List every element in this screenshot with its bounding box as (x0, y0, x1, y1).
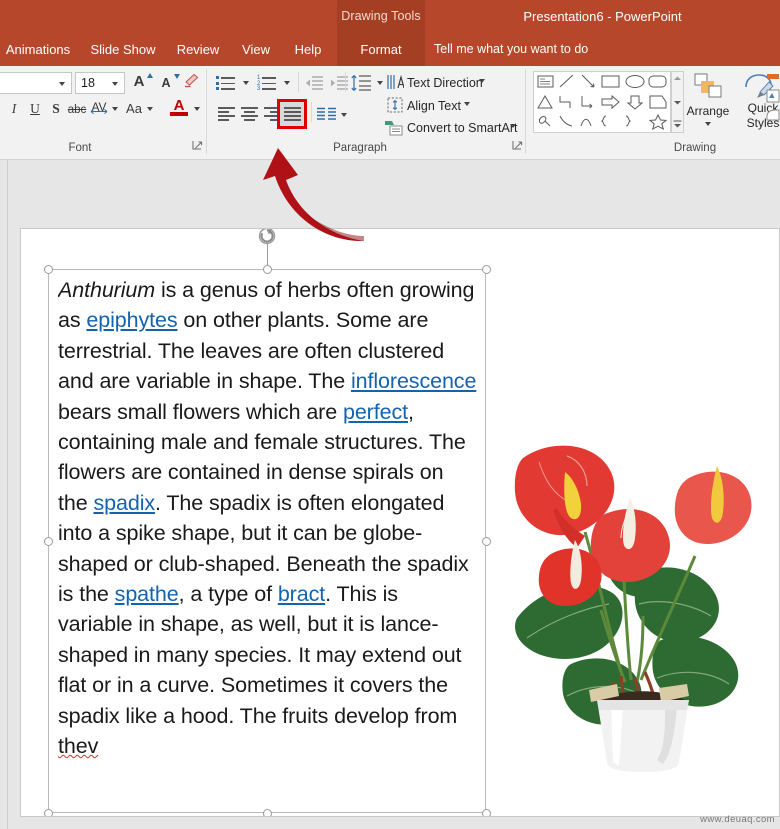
link-epiphytes[interactable]: epiphytes (86, 308, 177, 332)
resize-handle-top-right[interactable] (481, 264, 491, 274)
tab-animations[interactable]: Animations (4, 32, 72, 66)
chevron-down-icon (112, 82, 118, 86)
text-placeholder[interactable]: Anthurium is a genus of herbs often grow… (48, 269, 486, 813)
text-direction-icon (387, 74, 404, 89)
scroll-up-icon[interactable] (673, 75, 682, 82)
clear-formatting-icon[interactable] (181, 71, 201, 91)
chevron-down-icon[interactable] (341, 113, 347, 117)
ribbon-separator (206, 69, 207, 154)
link-bract[interactable]: bract (278, 582, 325, 606)
shapes-more-icon[interactable] (673, 120, 682, 129)
chevron-down-icon (59, 82, 65, 86)
chevron-down-icon[interactable] (479, 79, 485, 83)
scroll-down-icon[interactable] (673, 99, 682, 106)
chevron-down-icon[interactable] (194, 107, 200, 111)
chevron-down-icon[interactable] (112, 107, 118, 111)
font-name-combobox[interactable] (0, 72, 72, 94)
misspelled-word: thev (58, 734, 99, 759)
spacing-arrow-icon (90, 109, 108, 114)
resize-handle-middle-right[interactable] (481, 536, 491, 546)
tell-me-search[interactable]: Tell me what you want to do (434, 32, 588, 66)
ribbon-separator (345, 72, 346, 92)
font-size-combobox[interactable]: 18 (75, 72, 125, 94)
align-left-button[interactable] (216, 106, 237, 125)
font-size-value: 18 (81, 76, 95, 90)
arrange-button[interactable]: Arrange (682, 71, 734, 133)
thumbnail-pane-edge[interactable] (0, 160, 8, 829)
font-color-swatch (170, 112, 188, 116)
run-plain-3: bears small flowers which are (58, 399, 343, 424)
increase-indent-button[interactable] (329, 75, 349, 91)
font-dialog-launcher-icon[interactable] (192, 140, 203, 151)
paragraph-dialog-launcher-icon[interactable] (512, 140, 523, 151)
bullets-button[interactable] (216, 74, 238, 92)
tab-format[interactable]: Format (337, 32, 425, 66)
resize-handle-top-left[interactable] (43, 264, 53, 274)
run-plain-6: , a type of (178, 582, 278, 607)
contextual-tab-group-label: Drawing Tools (337, 0, 425, 32)
align-text-button[interactable]: Align Text (407, 96, 461, 116)
chevron-down-icon[interactable] (464, 102, 470, 106)
chevron-down-icon[interactable] (147, 107, 153, 111)
ribbon-tab-bar: Animations Slide Show Review View Help F… (0, 32, 780, 87)
shrink-caret-icon (174, 74, 180, 79)
numbering-button[interactable]: 1 2 3 (257, 74, 279, 92)
drawing-group-label: Drawing (673, 142, 717, 154)
tab-review[interactable]: Review (172, 32, 224, 66)
ribbon-separator (525, 69, 526, 154)
paragraph-1: Anthurium is a genus of herbs often grow… (58, 275, 478, 762)
link-spathe[interactable]: spathe (115, 582, 179, 606)
resize-handle-top-center[interactable] (262, 264, 272, 274)
resize-handle-middle-left[interactable] (43, 536, 53, 546)
underline-button[interactable]: U (24, 98, 46, 120)
slide-canvas[interactable]: Anthurium is a genus of herbs often grow… (20, 228, 780, 817)
chevron-down-icon[interactable] (705, 122, 711, 126)
run-italic-anthurium: Anthurium (58, 278, 156, 302)
arrange-icon (694, 73, 722, 98)
chevron-down-icon[interactable] (510, 124, 516, 128)
slide-text-body[interactable]: Anthurium is a genus of herbs often grow… (58, 275, 478, 811)
resize-handle-bottom-right[interactable] (481, 808, 491, 816)
shapes-gallery[interactable] (533, 71, 671, 133)
resize-handle-bottom-left[interactable] (43, 808, 53, 816)
strikethrough-button[interactable]: abc (66, 99, 88, 121)
decrease-indent-button[interactable] (304, 75, 324, 91)
line-spacing-button[interactable] (350, 74, 372, 92)
title-bar: Drawing Tools Presentation6 - PowerPoint (0, 0, 780, 32)
text-direction-button[interactable]: Text Direction (407, 73, 483, 93)
powerpoint-window: Drawing Tools Presentation6 - PowerPoint… (0, 0, 780, 829)
annotation-arrow (263, 148, 364, 242)
ribbon-separator (298, 72, 299, 92)
link-perfect[interactable]: perfect (343, 400, 408, 424)
shape-format-column-clipped[interactable] (766, 72, 780, 134)
align-text-icon (387, 97, 403, 113)
arrange-label: Arrange (686, 104, 730, 118)
shapes-gallery-icons (537, 74, 668, 130)
chevron-down-icon[interactable] (284, 81, 290, 85)
convert-to-smartart-button[interactable]: Convert to SmartArt (407, 118, 517, 138)
window-title: Presentation6 - PowerPoint (523, 9, 682, 24)
watermark: www.deuaq.com (700, 814, 775, 825)
tab-view[interactable]: View (236, 32, 276, 66)
tab-slide-show[interactable]: Slide Show (84, 32, 162, 66)
italic-button[interactable]: I (3, 98, 25, 120)
grow-caret-icon (147, 73, 153, 78)
change-case-button[interactable]: Aa (123, 98, 145, 120)
font-group-label: Font (68, 142, 92, 154)
link-inflorescence[interactable]: inflorescence (351, 369, 476, 393)
resize-handle-bottom-center[interactable] (262, 808, 272, 816)
text-shadow-button[interactable]: S (45, 98, 67, 120)
anthurium-plant-photo[interactable] (493, 432, 780, 772)
tab-help[interactable]: Help (288, 32, 328, 66)
chevron-down-icon[interactable] (377, 81, 383, 85)
chevron-down-icon[interactable] (243, 81, 249, 85)
link-spadix[interactable]: spadix (93, 491, 155, 515)
